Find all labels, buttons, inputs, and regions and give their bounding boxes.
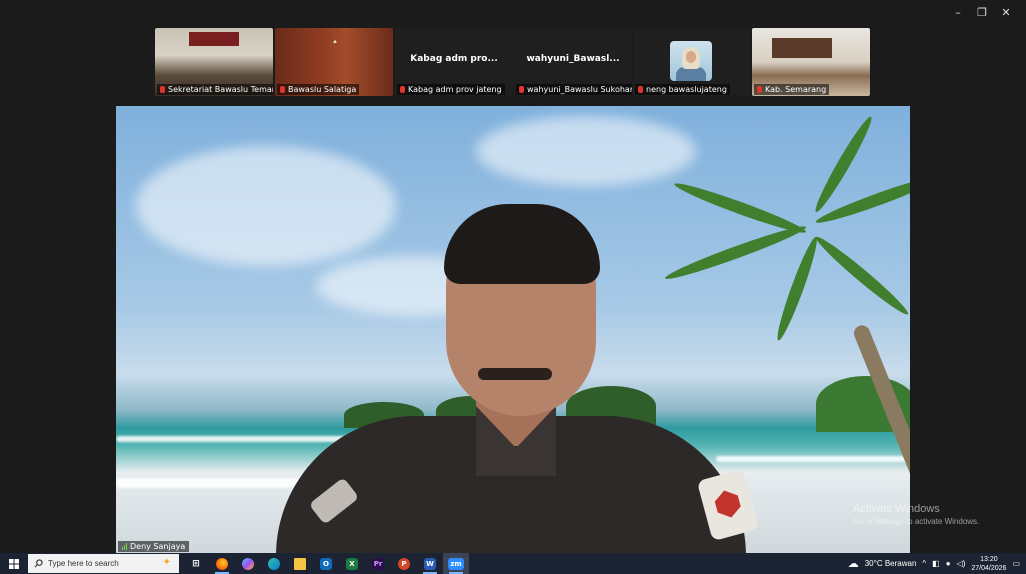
- outlook-icon[interactable]: O: [313, 553, 339, 574]
- excel-icon[interactable]: X: [339, 553, 365, 574]
- palm-frond: [662, 221, 809, 284]
- mic-muted-icon: [400, 86, 405, 93]
- network-icon[interactable]: ◧: [932, 559, 940, 568]
- taskbar-search[interactable]: Type here to search ✦: [28, 554, 179, 573]
- participant-name: Kab. Semarang: [754, 84, 830, 95]
- cloud: [136, 146, 396, 266]
- participant-display-name: wahyuni_Bawasl...: [526, 54, 620, 64]
- participant-name: Sekretariat Bawaslu Temanggung: [157, 84, 273, 95]
- mic-muted-icon: [757, 86, 762, 93]
- restore-button[interactable]: ❐: [970, 4, 994, 20]
- mic-muted-icon: [638, 86, 643, 93]
- firefox-icon[interactable]: [209, 553, 235, 574]
- participant-tile[interactable]: Kabag adm pro... Kabag adm prov jateng: [395, 28, 513, 96]
- avatar-face: [686, 51, 696, 63]
- main-video[interactable]: [116, 106, 910, 553]
- search-highlight-icon: ✦: [162, 557, 171, 568]
- participant-name: neng bawaslujateng: [635, 84, 730, 95]
- start-button[interactable]: [0, 553, 28, 574]
- audio-level-icon: [122, 543, 127, 550]
- clock-date: 27/04/2026: [971, 564, 1007, 572]
- zoom-icon[interactable]: zm: [443, 553, 469, 574]
- activate-windows-watermark: Activate Windows Go to Settings to activ…: [853, 503, 980, 526]
- search-placeholder: Type here to search: [48, 559, 119, 568]
- file-explorer-icon[interactable]: [287, 553, 313, 574]
- microphone-icon[interactable]: ●: [946, 559, 951, 568]
- room-wall-panel: [772, 38, 832, 58]
- mic-muted-icon: [160, 86, 165, 93]
- taskbar: Type here to search ✦ ⊞ O X Pr P W zm ☁ …: [0, 553, 1026, 574]
- minimize-button[interactable]: –: [946, 4, 970, 20]
- weather-icon[interactable]: ☁: [848, 557, 859, 570]
- participant-name: wahyuni_Bawaslu Sukoharjo: [516, 84, 632, 95]
- participant-display-name: Kabag adm pro...: [410, 54, 498, 64]
- volume-icon[interactable]: ◁): [957, 559, 966, 568]
- banner: [189, 32, 239, 46]
- avatar-body: [676, 67, 706, 81]
- edge-icon[interactable]: [261, 553, 287, 574]
- windows-icon: [9, 558, 19, 569]
- taskbar-apps: ⊞ O X Pr P W zm: [183, 553, 469, 574]
- window-controls: – ❐ ✕: [946, 4, 1018, 20]
- active-speaker-label: Deny Sanjaya: [118, 541, 190, 552]
- cloud: [476, 116, 696, 186]
- wave: [716, 456, 910, 462]
- word-icon[interactable]: W: [417, 553, 443, 574]
- participant-tile[interactable]: wahyuni_Bawasl... wahyuni_Bawaslu Sukoha…: [514, 28, 632, 96]
- close-button[interactable]: ✕: [994, 4, 1018, 20]
- person-hair: [444, 204, 600, 284]
- mic-muted-icon: [519, 86, 524, 93]
- participant-name: Kabag adm prov jateng: [397, 84, 505, 95]
- search-icon: [34, 559, 43, 568]
- backdrop-sign: ▲: [332, 39, 338, 45]
- notification-icon[interactable]: ▭: [1012, 559, 1020, 568]
- clock-time: 13:20: [980, 555, 998, 563]
- palm-frond: [772, 234, 822, 343]
- palm-frond: [812, 232, 910, 319]
- system-tray: ☁ 30°C Berawan ^ ◧ ● ◁) 13:20 27/04/2026…: [848, 553, 1026, 574]
- person-mustache: [478, 368, 552, 380]
- mic-muted-icon: [280, 86, 285, 93]
- wave: [116, 478, 316, 488]
- clock[interactable]: 13:20 27/04/2026: [971, 555, 1006, 573]
- participant-tile[interactable]: Sekretariat Bawaslu Temanggung: [155, 28, 273, 96]
- participant-tile[interactable]: ▲ Bawaslu Salatiga: [275, 28, 393, 96]
- premiere-icon[interactable]: Pr: [365, 553, 391, 574]
- participant-name: Bawaslu Salatiga: [277, 84, 360, 95]
- task-view-icon[interactable]: ⊞: [183, 553, 209, 574]
- chevron-up-icon[interactable]: ^: [922, 559, 926, 568]
- weather-text[interactable]: 30°C Berawan: [865, 559, 917, 568]
- copilot-icon[interactable]: [235, 553, 261, 574]
- participant-tile[interactable]: Kab. Semarang: [752, 28, 870, 96]
- avatar: [670, 41, 712, 81]
- powerpoint-icon[interactable]: P: [391, 553, 417, 574]
